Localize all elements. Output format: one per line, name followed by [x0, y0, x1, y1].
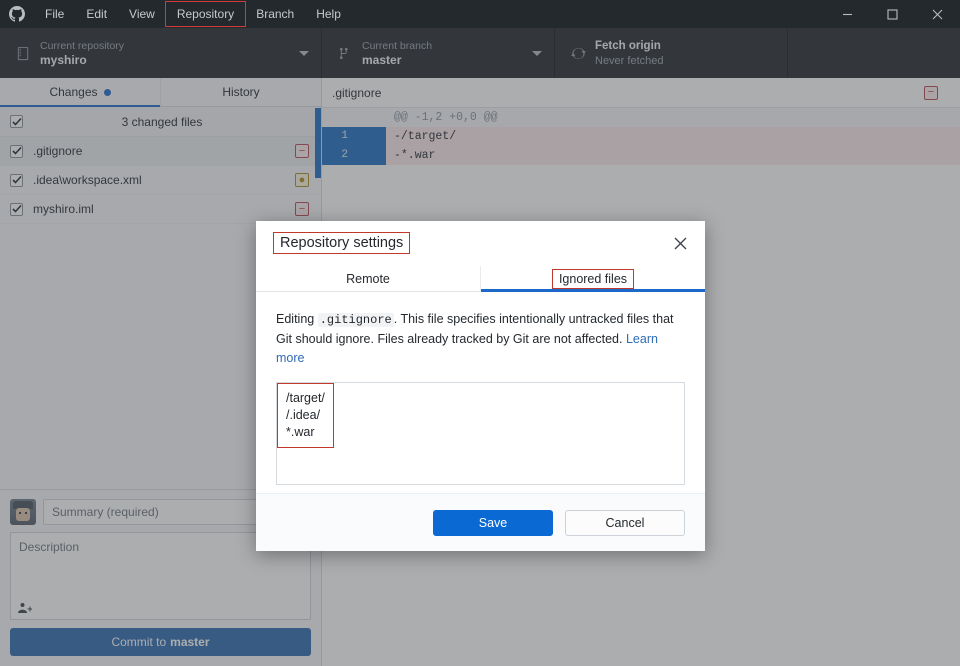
dialog-tabs: Remote Ignored files: [256, 266, 705, 292]
menu-item-help[interactable]: Help: [305, 2, 352, 26]
dialog-body: Editing .gitignore. This file specifies …: [256, 292, 705, 493]
tab-remote-label: Remote: [346, 271, 390, 286]
tab-ignored-files-label: Ignored files: [551, 268, 635, 289]
menu-item-file[interactable]: File: [34, 2, 75, 26]
save-button[interactable]: Save: [433, 509, 553, 536]
github-logo-icon: [0, 0, 34, 28]
maximize-icon[interactable]: [870, 0, 915, 28]
repository-settings-dialog: Repository settings Remote Ignored files…: [256, 221, 705, 551]
menu-item-view[interactable]: View: [118, 2, 166, 26]
title-bar: File Edit View Repository Branch Help: [0, 0, 960, 28]
dialog-footer: Save Cancel: [256, 493, 705, 551]
ignored-files-description: Editing .gitignore. This file specifies …: [276, 310, 685, 368]
description-code: .gitignore: [317, 313, 394, 327]
app-window: File Edit View Repository Branch Help Cu…: [0, 0, 960, 666]
tab-remote[interactable]: Remote: [256, 266, 481, 291]
gitignore-textarea[interactable]: /target/ /.idea/ *.war: [276, 382, 685, 485]
menu-item-repository[interactable]: Repository: [164, 1, 247, 27]
close-icon[interactable]: [669, 232, 691, 254]
gitignore-textarea-highlight: /target/ /.idea/ *.war: [277, 383, 334, 448]
menu-bar: File Edit View Repository Branch Help: [34, 0, 352, 28]
minimize-icon[interactable]: [825, 0, 870, 28]
dialog-header: Repository settings: [256, 221, 705, 266]
close-icon[interactable]: [915, 0, 960, 28]
dialog-title-text: Repository settings: [272, 232, 411, 254]
menu-item-branch[interactable]: Branch: [245, 2, 305, 26]
cancel-button[interactable]: Cancel: [565, 509, 685, 536]
gitignore-textarea-value: /target/ /.idea/ *.war: [286, 391, 325, 439]
tab-ignored-files[interactable]: Ignored files: [481, 266, 705, 292]
menu-item-edit[interactable]: Edit: [75, 2, 118, 26]
window-controls: [825, 0, 960, 28]
page-title: Repository settings: [272, 232, 669, 254]
description-lead: Editing: [276, 312, 315, 326]
